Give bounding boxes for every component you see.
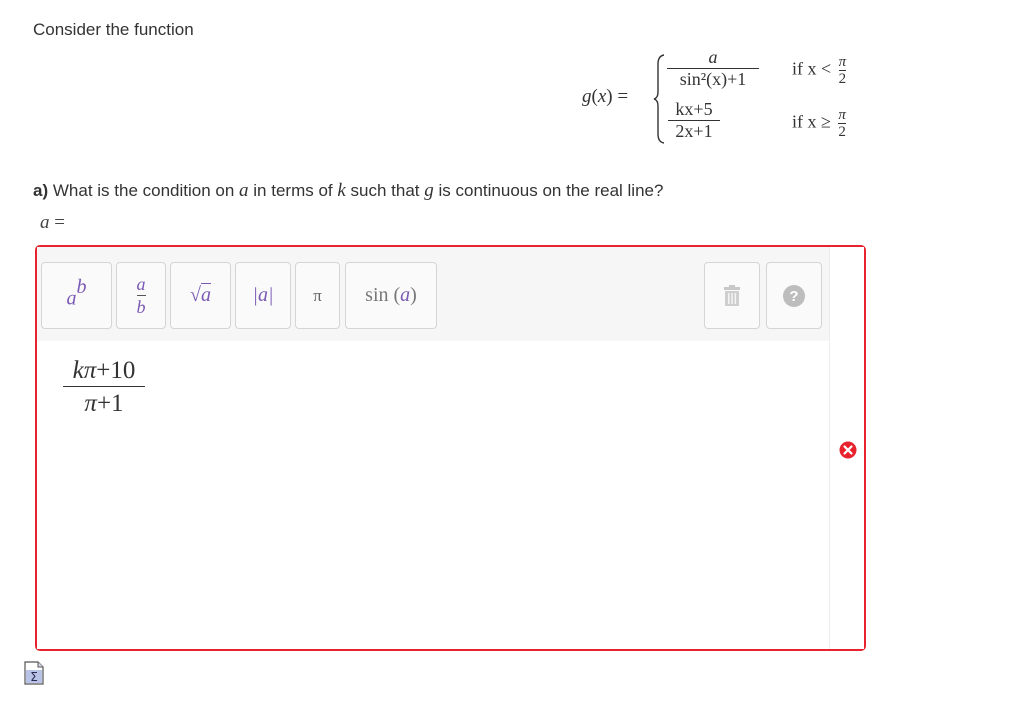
answer-label: a = xyxy=(40,212,65,233)
question-var-g: g xyxy=(424,180,434,201)
fraction-button[interactable]: a b xyxy=(116,262,166,329)
intro-text: Consider the function xyxy=(33,20,194,39)
sqrt-symbol: √ xyxy=(190,284,201,306)
fraction-num: a xyxy=(136,274,146,294)
question-var-a: a xyxy=(239,180,249,201)
sqrt-arg: a xyxy=(200,283,211,306)
answer-input-area[interactable]: kπ+10 π+1 xyxy=(37,341,829,649)
case-2-numerator: kx+5 xyxy=(675,99,713,119)
case-1-condition: if x < π 2 xyxy=(792,54,847,87)
case-2-condition-text: if x ≥ xyxy=(792,111,831,132)
case-1-numerator: a xyxy=(708,47,718,67)
power-button[interactable]: ab xyxy=(41,262,112,329)
case-2-condition-num: π xyxy=(838,107,846,123)
help-glyph: ? xyxy=(789,288,798,305)
case-1-condition-num: π xyxy=(838,54,847,70)
pi-label: π xyxy=(313,285,322,305)
case-1-condition-den: 2 xyxy=(838,71,847,87)
answer-denominator: π+1 xyxy=(84,390,124,417)
equation-editor-icon[interactable]: Σ xyxy=(24,661,44,685)
sin-button[interactable]: sin (a) xyxy=(345,262,437,329)
question-segment: such that xyxy=(350,181,420,200)
question-segment: What is the condition on xyxy=(52,181,235,200)
power-exponent: b xyxy=(76,276,87,299)
sin-arg: a xyxy=(400,284,411,306)
help-button[interactable]: ? xyxy=(766,262,822,329)
abs-label: |a| xyxy=(252,284,274,306)
editor-toolbar: ab a b √a |a| π sin (a) ? xyxy=(37,247,829,341)
case-1-fraction: a sin²(x)+1 xyxy=(667,48,759,89)
question-var-k: k xyxy=(337,180,346,201)
power-base: a xyxy=(66,287,77,310)
case-2-denominator: 2x+1 xyxy=(675,121,713,141)
help-icon: ? xyxy=(783,284,805,307)
function-lhs: g(x) = xyxy=(582,86,629,107)
sqrt-button[interactable]: √a xyxy=(170,262,231,329)
fraction-den: b xyxy=(136,297,146,317)
case-2-condition: if x ≥ π 2 xyxy=(792,107,846,140)
answer-fraction: kπ+10 π+1 xyxy=(63,357,145,417)
question-part: a) xyxy=(33,181,49,200)
brace-icon xyxy=(653,54,665,144)
error-icon xyxy=(839,441,857,459)
question-text: a) What is the condition on a in terms o… xyxy=(33,180,663,202)
answer-numerator: kπ+10 xyxy=(72,357,136,384)
svg-text:Σ: Σ xyxy=(30,670,38,684)
case-1-denominator: sin²(x)+1 xyxy=(679,69,747,89)
question-segment: is continuous on the real line? xyxy=(438,181,664,200)
trash-icon xyxy=(724,284,740,306)
case-2-condition-den: 2 xyxy=(838,124,846,140)
sin-fn: sin xyxy=(365,284,389,306)
math-editor[interactable]: ab a b √a |a| π sin (a) ? kπ+10 π+1 xyxy=(35,245,866,651)
case-1-condition-text: if x < xyxy=(792,58,832,79)
pi-button[interactable]: π xyxy=(295,262,340,329)
question-segment: in terms of xyxy=(253,181,333,200)
delete-button[interactable] xyxy=(704,262,760,329)
piecewise-function: g(x) = a sin²(x)+1 kx+5 2x+1 if x < π 2 … xyxy=(582,48,882,148)
absolute-value-button[interactable]: |a| xyxy=(235,262,291,329)
case-2-fraction: kx+5 2x+1 xyxy=(668,100,720,141)
